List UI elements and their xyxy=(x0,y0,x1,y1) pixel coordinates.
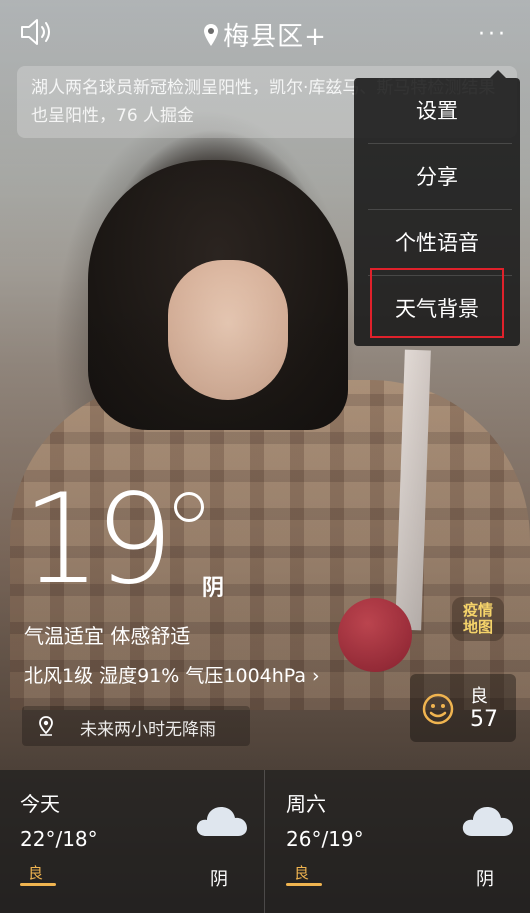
menu-item-voice[interactable]: 个性语音 xyxy=(354,210,520,276)
forecast-temp: 26°/19° xyxy=(286,827,364,851)
forecast-card-saturday[interactable]: 周六 26°/19° 良 阴 xyxy=(266,770,530,913)
air-quality-card[interactable]: 良 57 xyxy=(410,674,516,742)
rain-forecast-bar[interactable]: 未来两小时无降雨 xyxy=(22,706,250,746)
forecast-panel: 今天 22°/18° 良 阴 周六 26°/19° 良 阴 xyxy=(0,770,530,913)
weather-details-text: 北风1级 湿度91% 气压1004hPa xyxy=(24,665,307,687)
cloud-icon xyxy=(194,802,250,838)
air-quality-face-icon xyxy=(422,693,454,729)
epidemic-map-label-1: 疫情 xyxy=(462,601,493,619)
weather-details-link[interactable]: 北风1级 湿度91% 气压1004hPa › xyxy=(24,661,320,688)
epidemic-map-button[interactable]: 疫情 地图 xyxy=(452,597,504,641)
epidemic-map-label-2: 地图 xyxy=(462,618,493,636)
menu-item-settings[interactable]: 设置 xyxy=(354,78,520,144)
location-marker-icon xyxy=(38,716,54,740)
chevron-right-icon: › xyxy=(312,665,320,687)
forecast-card-today[interactable]: 今天 22°/18° 良 阴 xyxy=(0,770,264,913)
air-quality-bar xyxy=(20,883,56,886)
rain-note: 未来两小时无降雨 xyxy=(80,720,216,740)
menu-item-share[interactable]: 分享 xyxy=(354,144,520,210)
air-quality-level: 良 xyxy=(470,686,488,707)
forecast-day: 今天 xyxy=(20,792,60,816)
forecast-divider xyxy=(264,770,265,913)
current-temperature: 19 xyxy=(22,468,174,612)
more-menu-button[interactable]: ··· xyxy=(478,22,508,47)
forecast-air-quality: 良 xyxy=(294,864,310,882)
degree-symbol xyxy=(174,492,204,522)
forecast-air-quality: 良 xyxy=(28,864,44,882)
add-city-button[interactable]: + xyxy=(304,22,327,52)
city-name: 梅县区 xyxy=(223,22,305,52)
location-pin-icon xyxy=(203,23,219,54)
current-condition: 阴 xyxy=(202,576,225,601)
comfort-text: 气温适宜 体感舒适 xyxy=(24,624,191,648)
top-bar: 梅县区+ ··· xyxy=(0,0,530,64)
forecast-temp: 22°/18° xyxy=(20,827,98,851)
air-quality-value: 57 xyxy=(470,707,498,732)
cloud-icon xyxy=(460,802,516,838)
forecast-condition: 阴 xyxy=(476,869,494,890)
forecast-condition: 阴 xyxy=(210,869,228,890)
air-quality-bar xyxy=(286,883,322,886)
city-selector[interactable]: 梅县区+ xyxy=(0,16,530,54)
forecast-day: 周六 xyxy=(286,792,326,816)
highlight-annotation-box xyxy=(370,268,504,338)
